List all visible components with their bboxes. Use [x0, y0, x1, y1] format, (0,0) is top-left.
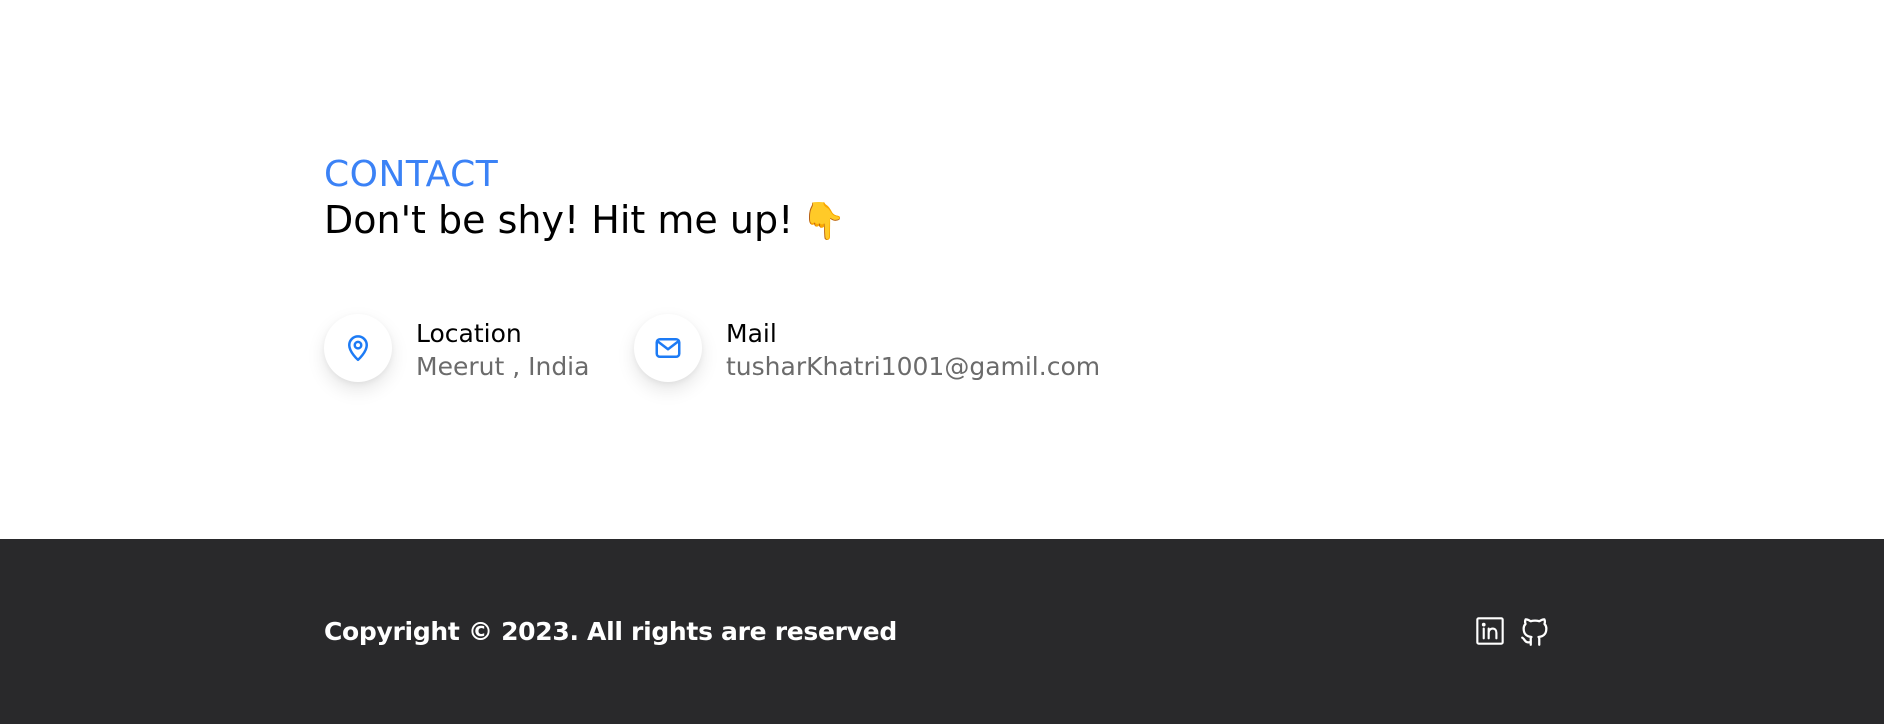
map-pin-icon	[348, 335, 368, 362]
contact-heading-text: Don't be shy! Hit me up!	[324, 198, 794, 242]
footer: Copyright © 2023. All rights are reserve…	[0, 539, 1884, 724]
mail-address[interactable]: tusharKhatri1001@gamil.com	[726, 350, 1100, 384]
github-icon	[1521, 618, 1548, 646]
copyright-text: Copyright © 2023. All rights are reserve…	[324, 617, 897, 646]
mail-icon-badge	[634, 314, 702, 382]
github-link[interactable]	[1518, 615, 1552, 653]
contact-section: CONTACT Don't be shy! Hit me up! 👇 Locati…	[0, 0, 1884, 539]
linkedin-link[interactable]	[1474, 615, 1506, 651]
linkedin-icon	[1476, 617, 1504, 645]
mail-text: Mail tusharKhatri1001@gamil.com	[726, 318, 1100, 384]
location-value: Meerut , India	[416, 352, 590, 381]
location-icon-badge	[324, 314, 392, 382]
location-text: Location Meerut , India	[416, 318, 589, 384]
location-label: Location	[416, 319, 522, 348]
mail-label: Mail	[726, 319, 777, 348]
contact-eyebrow: CONTACT	[324, 154, 499, 195]
contact-heading: Don't be shy! Hit me up! 👇	[324, 196, 846, 246]
mail-icon	[655, 338, 681, 358]
pointing-down-emoji: 👇	[801, 201, 847, 242]
